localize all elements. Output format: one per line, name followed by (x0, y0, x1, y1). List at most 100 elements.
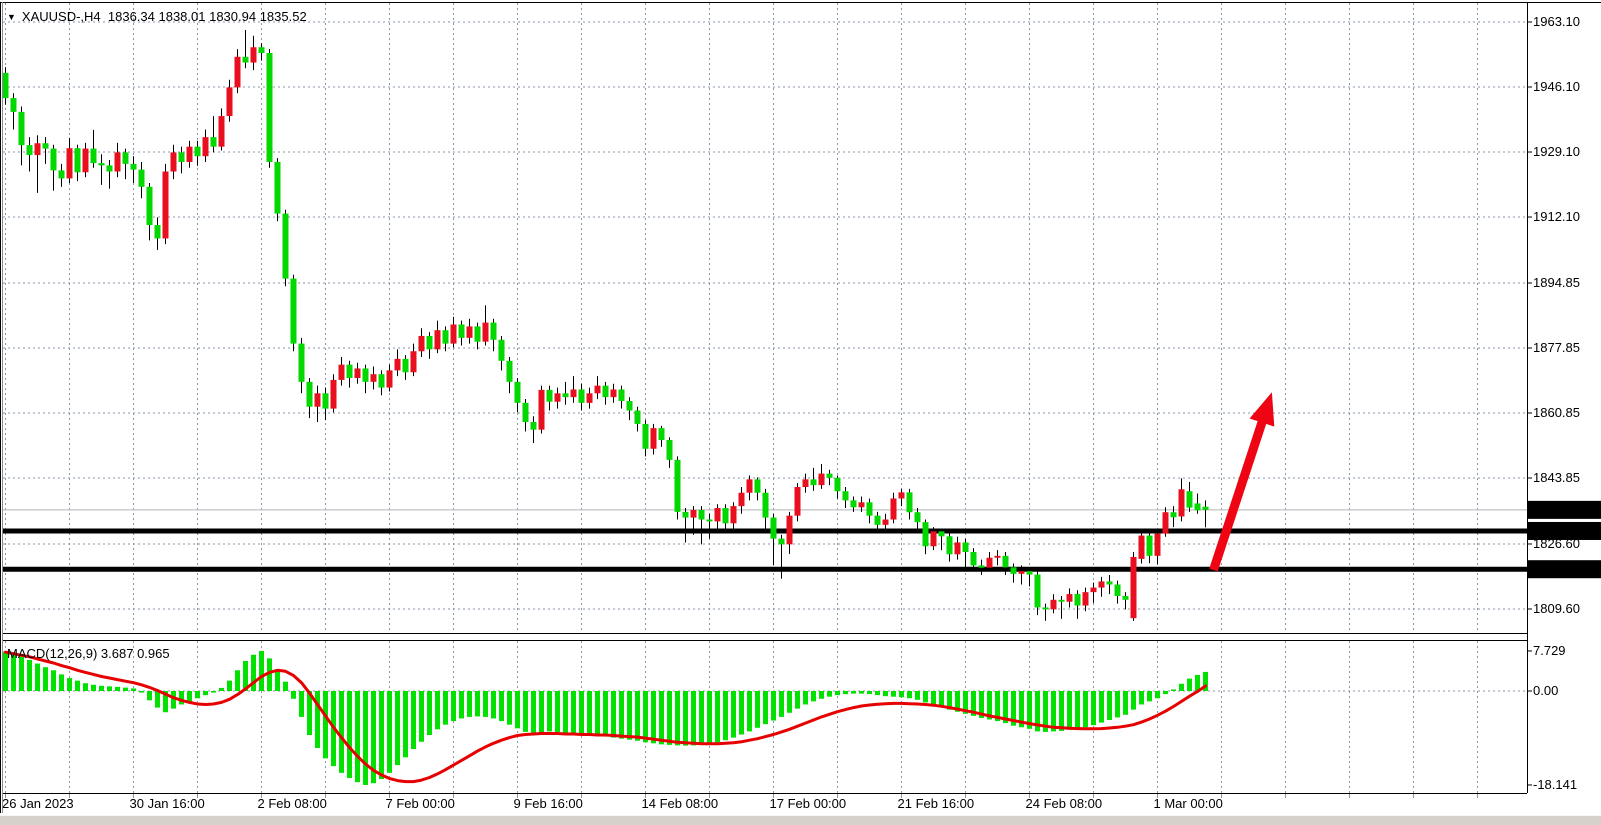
macd-histogram-bar (1059, 691, 1064, 731)
candle (835, 476, 841, 499)
candle (1155, 530, 1161, 564)
candle-body (1011, 567, 1017, 574)
macd-histogram-bar (291, 691, 296, 699)
candle-body (315, 393, 321, 406)
candle-body (19, 112, 25, 145)
candle-body (219, 116, 225, 147)
macd-histogram-bar (347, 691, 352, 778)
macd-histogram-bar (755, 691, 760, 728)
candle-body (155, 225, 161, 238)
candle (99, 154, 105, 185)
candle-body (1043, 607, 1049, 609)
candle (755, 477, 761, 500)
candle-body (915, 512, 921, 522)
symbol-marker-icon[interactable]: ▼ (7, 13, 16, 22)
candle (555, 388, 561, 409)
candle-body (1147, 536, 1153, 556)
candle-body (235, 57, 241, 88)
candle (1123, 592, 1129, 609)
candle (611, 384, 617, 403)
candle-body (1091, 588, 1097, 593)
candle-body (563, 393, 569, 397)
candle-body (107, 165, 113, 171)
macd-histogram-bar (699, 691, 704, 745)
annotation-layer (1214, 392, 1275, 570)
macd-histogram-bar (867, 691, 872, 694)
candle-body (571, 389, 577, 397)
macd-histogram-bar (1051, 691, 1056, 731)
macd-histogram-bar (43, 667, 48, 691)
macd-histogram-bar (187, 691, 192, 701)
candle-body (91, 149, 97, 164)
candle (979, 560, 985, 575)
macd-histogram-bar (435, 691, 440, 729)
candle (803, 474, 809, 493)
candle (147, 183, 153, 240)
candle-body (979, 565, 985, 567)
candle (1043, 604, 1049, 621)
candle-body (611, 389, 617, 397)
macd-histogram-bar (843, 691, 848, 694)
macd-histogram-bar (643, 691, 648, 742)
candle (363, 365, 369, 394)
candle-body (923, 522, 929, 546)
candle-body (443, 330, 449, 343)
candle-body (707, 520, 713, 522)
macd-histogram-bar (363, 691, 368, 785)
trend-arrow-head (1250, 392, 1275, 426)
macd-histogram-bar (675, 691, 680, 745)
macd-histogram-bar (379, 691, 384, 779)
price-axis-label: 1860.85 (1533, 405, 1580, 420)
candle (963, 539, 969, 568)
macd-histogram-bar (1123, 691, 1128, 715)
candle (523, 399, 529, 432)
macd-histogram-bar (587, 691, 592, 736)
candle-body (883, 520, 889, 525)
candle (1187, 482, 1193, 512)
macd-histogram-bar (75, 681, 80, 691)
candle (75, 145, 81, 181)
macd-histogram-bar (203, 691, 208, 695)
candle (163, 164, 169, 244)
candle (331, 374, 337, 412)
macd-histogram-bar (931, 691, 936, 704)
candle-body (347, 365, 353, 378)
candle (763, 489, 769, 531)
candle (915, 508, 921, 529)
candle (299, 338, 305, 393)
chart-canvas[interactable]: 1963.101946.101929.101912.101894.851877.… (0, 0, 1601, 825)
candle (515, 378, 521, 412)
candle (731, 502, 737, 529)
candle-body (995, 556, 1001, 558)
candle-body (1195, 503, 1201, 510)
candle-body (547, 390, 553, 402)
candle (891, 493, 897, 524)
candle (795, 483, 801, 521)
macd-histogram-bar (427, 691, 432, 735)
macd-histogram-bar (123, 688, 128, 691)
candle (91, 130, 97, 168)
candle (427, 332, 433, 359)
macd-histogram-bar (1163, 691, 1168, 694)
candle-body (643, 424, 649, 449)
macd-histogram-bar (683, 691, 688, 746)
macd-histogram-bar (51, 670, 56, 691)
candle-body (731, 506, 737, 523)
candle (59, 164, 65, 187)
macd-histogram-bar (723, 691, 728, 740)
candle (211, 116, 217, 152)
candle (595, 376, 601, 399)
candle (43, 137, 49, 164)
candle (451, 317, 457, 348)
candle (747, 476, 753, 501)
macd-histogram-bar (835, 691, 840, 695)
price-badge-label: 1830.00 (1532, 523, 1579, 538)
candle-body (475, 326, 481, 341)
price-axis-label: 1877.85 (1533, 340, 1580, 355)
candle-body (403, 359, 409, 372)
candle-body (59, 170, 65, 178)
macd-histogram-bar (475, 691, 480, 716)
macd-indicator-label: MACD(12,26,9) 3.687 0.965 (7, 646, 170, 661)
candle-body (955, 542, 961, 554)
candle-body (307, 382, 313, 407)
